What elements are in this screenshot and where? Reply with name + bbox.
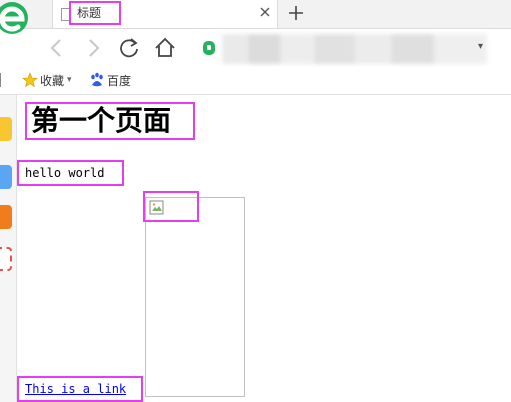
reload-icon[interactable] bbox=[116, 35, 142, 61]
close-icon[interactable] bbox=[258, 5, 272, 19]
new-tab-icon[interactable] bbox=[286, 3, 306, 23]
tab-strip: 标题 bbox=[0, 0, 511, 34]
back-icon[interactable] bbox=[44, 35, 70, 61]
divider bbox=[0, 73, 1, 87]
secure-shield-icon bbox=[203, 41, 215, 55]
bookmark-label: 百度 bbox=[107, 73, 132, 88]
chevron-down-icon[interactable]: ▾ bbox=[478, 41, 486, 53]
home-icon[interactable] bbox=[152, 35, 178, 61]
star-icon bbox=[22, 72, 38, 88]
side-favorites-icon[interactable] bbox=[0, 117, 12, 141]
side-panel bbox=[0, 95, 17, 402]
forward-icon[interactable] bbox=[80, 35, 106, 61]
address-bar[interactable] bbox=[222, 34, 487, 64]
browser-logo-icon bbox=[0, 2, 28, 34]
broken-image-icon bbox=[149, 200, 164, 215]
bookmark-bar: 收藏 ▾ 百度 bbox=[0, 67, 511, 95]
bookmark-label: 收藏 bbox=[40, 73, 65, 88]
tab-title: 标题 bbox=[69, 1, 121, 25]
page-heading: 第一个页面 bbox=[25, 102, 195, 140]
tab-active[interactable]: 标题 bbox=[52, 0, 278, 28]
page-content: 第一个页面 hello world This is a link bbox=[17, 95, 511, 402]
navigation-bar: ▾ bbox=[0, 29, 511, 67]
bookmark-favorites[interactable]: 收藏 ▾ bbox=[22, 71, 72, 89]
baidu-paw-icon bbox=[91, 72, 103, 87]
text-link[interactable]: This is a link bbox=[17, 376, 143, 402]
chevron-down-icon: ▾ bbox=[67, 75, 72, 85]
image-frame bbox=[145, 197, 245, 397]
side-app-icon[interactable] bbox=[0, 165, 12, 189]
browser-window: 标题 ▾ 收藏 ▾ 百度 第一个页面 hello world This is a… bbox=[0, 0, 511, 402]
side-tool-icon[interactable] bbox=[0, 247, 12, 271]
side-weibo-icon[interactable] bbox=[0, 205, 12, 229]
bookmark-baidu[interactable]: 百度 bbox=[89, 71, 131, 89]
paragraph-text: hello world bbox=[17, 160, 124, 186]
